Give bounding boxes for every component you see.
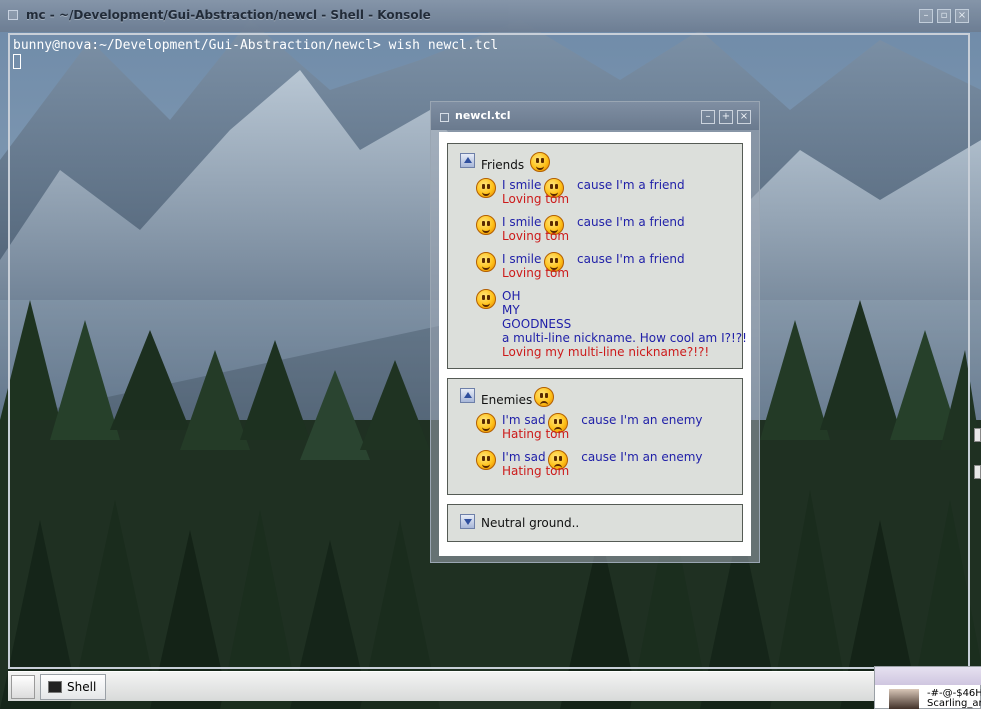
contact-nickname: I smile cause I'm a friend [502, 215, 685, 229]
kde-menu-icon[interactable] [11, 675, 35, 699]
nickname-part: cause I'm a friend [577, 178, 685, 192]
contact-status: Loving tom [502, 192, 570, 206]
contact-nickname: I smile cause I'm a friend [502, 178, 685, 192]
nickname-part: I smile [502, 178, 542, 192]
contact-list: Friends I smile cause I'm a friend Lovin… [439, 132, 751, 556]
taskbar-item-label: Shell [67, 680, 97, 694]
collapse-arrow-icon[interactable] [460, 153, 475, 168]
contact-status: Loving tom [502, 266, 570, 280]
konsole-window-title: mc - ~/Development/Gui-Abstraction/newcl… [26, 8, 431, 22]
contact-nickname: I smile cause I'm a friend [502, 252, 685, 266]
notification-text: -#-@-$46Ho Scarling_ar [927, 689, 981, 709]
nickname-part: I'm sad [502, 450, 546, 464]
contact-status: Hating tom [502, 464, 570, 478]
taskbar-item-shell[interactable]: Shell [40, 674, 106, 700]
terminal-icon [48, 681, 62, 693]
contact-item[interactable]: I'm sad cause I'm an enemy Hating tom [476, 405, 738, 441]
group-friends: Friends I smile cause I'm a friend Lovin… [447, 143, 747, 369]
minimize-icon[interactable]: – [701, 110, 715, 124]
contact-item[interactable]: I smile cause I'm a friend Loving tom [476, 244, 738, 280]
sad-smiley-icon [534, 387, 554, 407]
contact-nickname: I'm sad cause I'm an enemy [502, 413, 703, 427]
contact-nickname: I'm sad cause I'm an enemy [502, 450, 703, 464]
notification-line: Scarling_ar [927, 698, 981, 709]
expand-arrow-icon[interactable] [460, 514, 475, 529]
edge-scroll-handle[interactable] [974, 465, 981, 479]
nickname-line: a multi-line nickname. How cool am I?!?! [502, 331, 747, 345]
newcl-window-title: newcl.tcl [455, 109, 511, 122]
nickname-part: cause I'm a friend [577, 252, 685, 266]
terminal-cursor [13, 54, 21, 69]
contact-status: Hating tom [502, 427, 570, 441]
close-icon[interactable]: × [737, 110, 751, 124]
happy-smiley-icon [476, 252, 496, 272]
contact-status: Loving tom [502, 229, 570, 243]
contact-item[interactable]: I smile cause I'm a friend Loving tom [476, 170, 738, 206]
group-title: Neutral ground.. [481, 516, 580, 530]
taskbar: Shell [8, 671, 874, 701]
maximize-icon[interactable]: + [719, 110, 733, 124]
nickname-line: GOODNESS [502, 317, 572, 331]
contact-item[interactable]: I smile cause I'm a friend Loving tom [476, 207, 738, 243]
contact-item[interactable]: I'm sad cause I'm an enemy Hating tom [476, 442, 738, 478]
nickname-part: cause I'm a friend [577, 215, 685, 229]
close-icon[interactable]: × [955, 9, 969, 23]
contact-status: Loving my multi-line nickname?!?! [502, 345, 710, 359]
nickname-part: I'm sad [502, 413, 546, 427]
happy-smiley-icon [530, 152, 550, 172]
happy-smiley-icon [476, 178, 496, 198]
maximize-icon[interactable]: ▫ [937, 9, 951, 23]
group-neutral: Neutral ground.. [447, 504, 743, 542]
newcl-titlebar[interactable]: newcl.tcl – + × [431, 102, 759, 130]
notification-header [875, 667, 981, 685]
nickname-part: I smile [502, 215, 542, 229]
happy-smiley-icon [476, 289, 496, 309]
nickname-part: cause I'm an enemy [581, 413, 703, 427]
nickname-line: OH [502, 289, 521, 303]
terminal-prompt-line: bunny@nova:~/Development/Gui-Abstraction… [13, 38, 499, 53]
happy-smiley-icon [476, 215, 496, 235]
nickname-part: cause I'm an enemy [581, 450, 703, 464]
edge-scroll-handle[interactable] [974, 428, 981, 442]
minimize-icon[interactable]: – [919, 9, 933, 23]
window-menu-icon[interactable] [8, 10, 18, 20]
happy-smiley-icon [476, 413, 496, 433]
window-menu-icon[interactable] [440, 113, 449, 122]
avatar [889, 689, 919, 709]
happy-smiley-icon [476, 450, 496, 470]
nickname-part: I smile [502, 252, 542, 266]
newcl-window: newcl.tcl – + × Friends I smile cause I'… [430, 101, 760, 563]
konsole-titlebar[interactable]: mc - ~/Development/Gui-Abstraction/newcl… [0, 0, 981, 32]
notification-popup[interactable]: -#-@-$46Ho Scarling_ar [874, 666, 981, 709]
contact-item-multiline[interactable]: OH MY GOODNESS a multi-line nickname. Ho… [476, 281, 747, 361]
nickname-line: MY [502, 303, 520, 317]
collapse-arrow-icon[interactable] [460, 388, 475, 403]
group-enemies: Enemies I'm sad cause I'm an enemy Hatin… [447, 378, 743, 495]
